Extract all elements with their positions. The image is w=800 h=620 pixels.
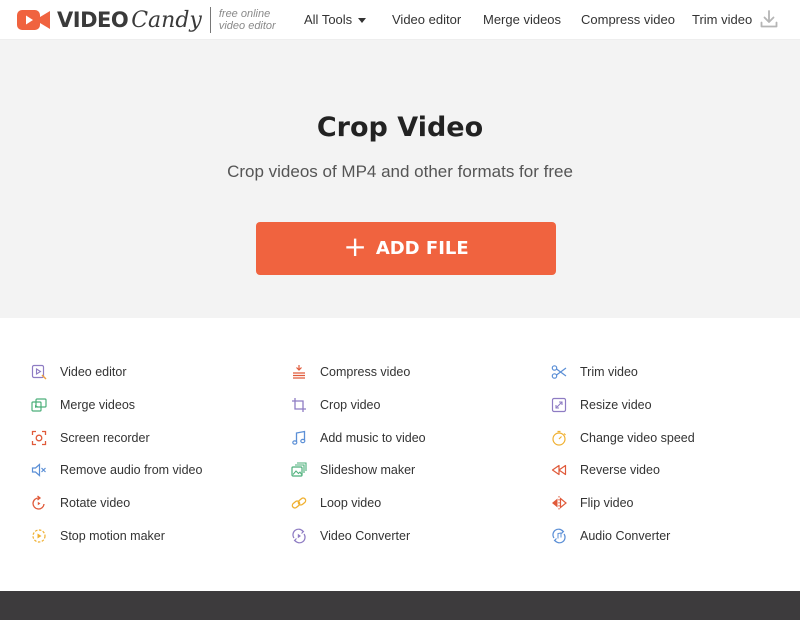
music-note-icon bbox=[292, 430, 306, 445]
tool-remove-audio[interactable]: Remove audio from video bbox=[31, 462, 202, 478]
tool-compress-video[interactable]: Compress video bbox=[291, 364, 410, 380]
tool-label: Video editor bbox=[60, 365, 127, 379]
crop-icon bbox=[292, 398, 306, 412]
tool-trim-video[interactable]: Trim video bbox=[551, 364, 638, 380]
flip-icon bbox=[552, 496, 567, 510]
nav-all-tools-label: All Tools bbox=[304, 12, 353, 27]
download-icon[interactable] bbox=[759, 9, 779, 29]
logo-candy-text: Candy bbox=[131, 7, 202, 33]
tool-label: Video Converter bbox=[320, 529, 411, 543]
tool-add-music[interactable]: Add music to video bbox=[291, 430, 426, 446]
video-camera-logo-icon bbox=[17, 10, 50, 30]
tool-merge-videos[interactable]: Merge videos bbox=[31, 397, 135, 413]
tool-crop-video[interactable]: Crop video bbox=[291, 397, 380, 413]
add-file-label: ADD FILE bbox=[375, 238, 469, 259]
logo-video-text: VIDEO bbox=[57, 8, 129, 32]
tools-grid: Video editor Merge videos Screen recorde… bbox=[0, 318, 800, 591]
tool-label: Compress video bbox=[320, 365, 411, 379]
scissors-icon bbox=[551, 365, 567, 379]
tool-label: Stop motion maker bbox=[60, 529, 165, 543]
tool-loop-video[interactable]: Loop video bbox=[291, 495, 381, 511]
tool-label: Change video speed bbox=[580, 431, 695, 445]
speed-clock-icon bbox=[552, 430, 566, 446]
slideshow-icon bbox=[291, 462, 307, 477]
nav-compress-video[interactable]: Compress video bbox=[581, 12, 675, 27]
caret-down-icon bbox=[358, 18, 367, 24]
tool-video-converter[interactable]: Video Converter bbox=[291, 528, 410, 544]
screen-recorder-icon bbox=[31, 430, 47, 446]
tool-label: Add music to video bbox=[320, 431, 426, 445]
add-file-button[interactable]: + ADD FILE bbox=[256, 222, 556, 275]
tagline-line1: free online bbox=[218, 8, 271, 20]
tool-label: Loop video bbox=[320, 496, 382, 510]
nav-video-editor[interactable]: Video editor bbox=[392, 12, 461, 27]
merge-videos-icon bbox=[31, 398, 47, 412]
tool-label: Merge videos bbox=[60, 398, 136, 412]
tool-label: Audio Converter bbox=[580, 529, 671, 543]
tool-label: Remove audio from video bbox=[60, 463, 203, 477]
stop-motion-icon bbox=[32, 529, 46, 543]
site-header: VIDEO Candy free online video editor All… bbox=[0, 0, 800, 40]
tool-change-speed[interactable]: Change video speed bbox=[551, 430, 695, 446]
plus-icon: + bbox=[343, 230, 367, 263]
rotate-icon bbox=[32, 495, 45, 510]
tool-audio-converter[interactable]: Audio Converter bbox=[551, 528, 670, 544]
tool-label: Crop video bbox=[320, 398, 381, 412]
hero-section: Crop Video Crop videos of MP4 and other … bbox=[0, 40, 800, 318]
convert-icon bbox=[292, 528, 306, 544]
tool-label: Screen recorder bbox=[60, 431, 150, 445]
resize-icon bbox=[551, 397, 567, 413]
nav-all-tools[interactable]: All Tools bbox=[304, 12, 367, 27]
tool-label: Flip video bbox=[580, 496, 634, 510]
audio-convert-icon bbox=[552, 528, 566, 544]
tool-label: Trim video bbox=[580, 365, 638, 379]
logo-divider bbox=[209, 7, 211, 33]
site-footer bbox=[0, 591, 800, 620]
tool-label: Slideshow maker bbox=[320, 463, 416, 477]
tool-video-editor[interactable]: Video editor bbox=[31, 364, 127, 380]
tool-label: Reverse video bbox=[580, 463, 660, 477]
tool-reverse-video[interactable]: Reverse video bbox=[551, 462, 660, 478]
site-logo[interactable]: VIDEO Candy free online video editor bbox=[17, 7, 276, 33]
tool-stop-motion[interactable]: Stop motion maker bbox=[31, 528, 165, 544]
tool-flip-video[interactable]: Flip video bbox=[551, 495, 634, 511]
tool-resize-video[interactable]: Resize video bbox=[551, 397, 652, 413]
tool-slideshow-maker[interactable]: Slideshow maker bbox=[291, 462, 415, 478]
logo-tagline: free online video editor bbox=[219, 8, 276, 32]
tagline-line2: video editor bbox=[218, 20, 276, 32]
page-subtitle: Crop videos of MP4 and other formats for… bbox=[227, 162, 573, 181]
nav-merge-videos[interactable]: Merge videos bbox=[483, 12, 561, 27]
reverse-icon bbox=[551, 464, 567, 476]
tool-label: Resize video bbox=[580, 398, 652, 412]
loop-link-icon bbox=[291, 497, 307, 509]
tool-label: Rotate video bbox=[60, 496, 131, 510]
mute-icon bbox=[31, 463, 46, 477]
nav-trim-video[interactable]: Trim video bbox=[692, 12, 752, 27]
tool-rotate-video[interactable]: Rotate video bbox=[31, 495, 130, 511]
page-title: Crop Video bbox=[316, 112, 484, 143]
tool-screen-recorder[interactable]: Screen recorder bbox=[31, 430, 150, 446]
video-editor-icon bbox=[31, 364, 47, 380]
compress-icon bbox=[293, 365, 305, 379]
